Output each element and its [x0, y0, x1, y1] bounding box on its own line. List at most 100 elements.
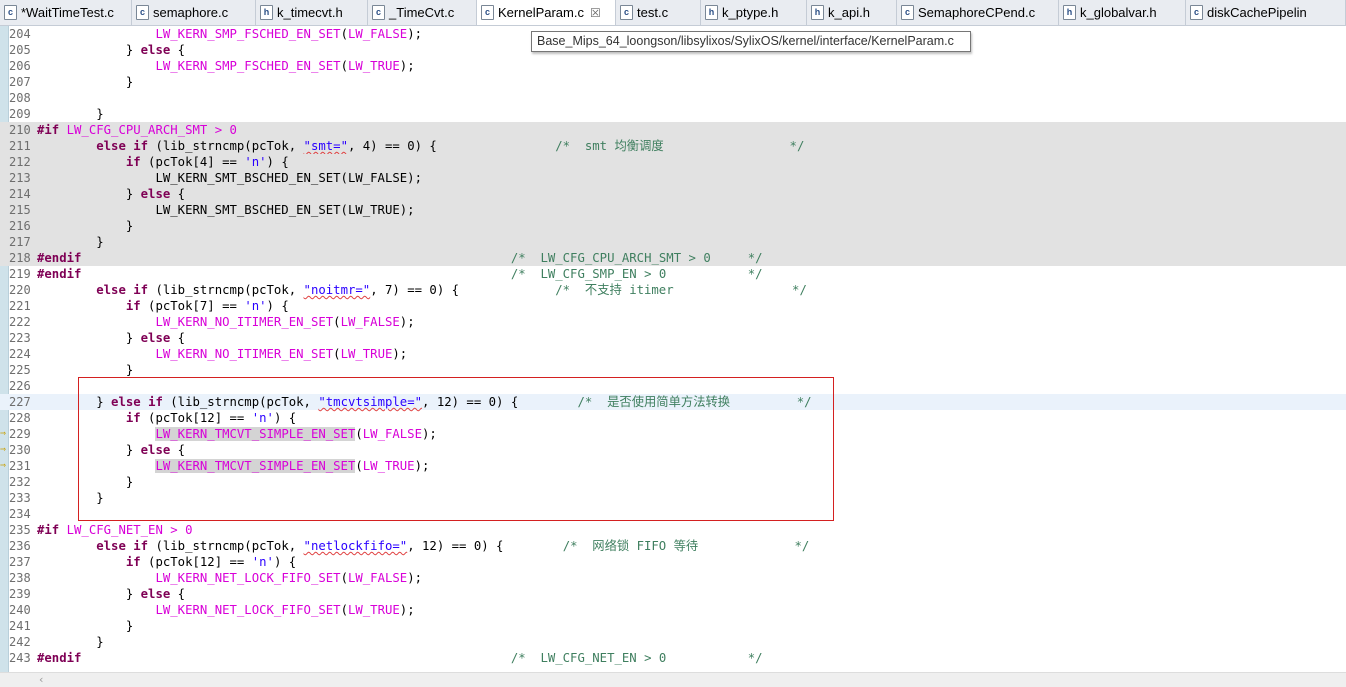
code-line[interactable]: 212 if (pcTok[4] == 'n') {: [0, 154, 1346, 170]
code-line[interactable]: 241 }: [0, 618, 1346, 634]
code-token: }: [37, 475, 134, 489]
code-text: LW_KERN_SMT_BSCHED_EN_SET(LW_FALSE);: [37, 170, 422, 186]
tab-k-globalvar-h[interactable]: h k_globalvar.h: [1059, 0, 1186, 25]
code-token: #if: [37, 523, 60, 537]
code-line[interactable]: ⇒ 231 LW_KERN_TMCVT_SIMPLE_EN_SET(LW_TRUE…: [0, 458, 1346, 474]
code-token: LW_CFG_NET_EN > 0: [66, 523, 193, 537]
tab-waittimetest-c[interactable]: c *WaitTimeTest.c: [0, 0, 132, 25]
code-text: else if (lib_strncmp(pcTok, "netlockfifo…: [37, 538, 809, 554]
code-token: /* LW_CFG_SMP_EN > 0 */: [510, 267, 763, 281]
code-line[interactable]: 211 else if (lib_strncmp(pcTok, "smt=", …: [0, 138, 1346, 154]
line-number: 212: [9, 155, 31, 169]
line-number: 234: [9, 507, 31, 521]
code-line[interactable]: 220 else if (lib_strncmp(pcTok, "noitmr=…: [0, 282, 1346, 298]
code-line[interactable]: 224 LW_KERN_NO_ITIMER_EN_SET(LW_TRUE);: [0, 346, 1346, 362]
code-line[interactable]: 227 } else if (lib_strncmp(pcTok, "tmcvt…: [0, 394, 1346, 410]
tab-semaphore-c[interactable]: c semaphore.c: [132, 0, 256, 25]
line-number: 224: [9, 347, 31, 361]
code-token: );: [422, 427, 437, 441]
code-line[interactable]: 239 } else {: [0, 586, 1346, 602]
code-line[interactable]: 228 if (pcTok[12] == 'n') {: [0, 410, 1346, 426]
code-line[interactable]: 218 #endif /* LW_CFG_CPU_ARCH_SMT > 0 */: [0, 250, 1346, 266]
code-token: , 12) == 0) {: [407, 539, 563, 553]
code-line[interactable]: ⇒ 230 } else {: [0, 442, 1346, 458]
code-token: (pcTok[12] ==: [140, 555, 252, 569]
code-token: {: [170, 187, 186, 201]
code-token: );: [399, 315, 415, 329]
code-line[interactable]: 209 }: [0, 106, 1346, 122]
code-token: ) {: [273, 411, 297, 425]
code-line[interactable]: 233 }: [0, 490, 1346, 506]
code-line[interactable]: 240 LW_KERN_NET_LOCK_FIFO_SET(LW_TRUE);: [0, 602, 1346, 618]
code-line[interactable]: 210 #if LW_CFG_CPU_ARCH_SMT > 0: [0, 122, 1346, 138]
code-line[interactable]: 219 #endif /* LW_CFG_SMP_EN > 0 */: [0, 266, 1346, 282]
h-file-icon: h: [1063, 5, 1076, 20]
code-line[interactable]: 207 }: [0, 74, 1346, 90]
code-line[interactable]: ⇒ 229 LW_KERN_TMCVT_SIMPLE_EN_SET(LW_FALS…: [0, 426, 1346, 442]
code-token: );: [399, 59, 415, 73]
tab-timecvt-c[interactable]: c _TimeCvt.c: [368, 0, 477, 25]
code-token: /* LW_CFG_CPU_ARCH_SMT > 0 */: [510, 251, 763, 265]
code-line[interactable]: 223 } else {: [0, 330, 1346, 346]
tab-test-c[interactable]: c test.c: [616, 0, 701, 25]
code-line[interactable]: 215 LW_KERN_SMT_BSCHED_EN_SET(LW_TRUE);: [0, 202, 1346, 218]
tab-kernelparam-c[interactable]: c KernelParam.c ☒: [477, 0, 616, 25]
line-number: 233: [9, 491, 31, 505]
code-token: }: [37, 491, 104, 505]
horizontal-scrollbar[interactable]: ‹: [0, 672, 1346, 687]
code-line[interactable]: 221 if (pcTok[7] == 'n') {: [0, 298, 1346, 314]
code-line[interactable]: 213 LW_KERN_SMT_BSCHED_EN_SET(LW_FALSE);: [0, 170, 1346, 186]
code-token: else: [140, 331, 171, 345]
code-token: 'n': [244, 155, 267, 169]
code-line[interactable]: 226: [0, 378, 1346, 394]
line-number: 235: [9, 523, 31, 537]
code-token: else if: [96, 283, 149, 297]
code-text: }: [37, 106, 103, 122]
code-line[interactable]: 235 #if LW_CFG_NET_EN > 0: [0, 522, 1346, 538]
code-line[interactable]: 214 } else {: [0, 186, 1346, 202]
line-number: 243: [9, 651, 31, 665]
code-line[interactable]: 206 LW_KERN_SMP_FSCHED_EN_SET(LW_TRUE);: [0, 58, 1346, 74]
code-line[interactable]: 217 }: [0, 234, 1346, 250]
code-text: LW_KERN_TMCVT_SIMPLE_EN_SET(LW_TRUE);: [37, 458, 429, 474]
code-token: else: [140, 443, 171, 457]
code-token: LW_TRUE: [347, 59, 400, 73]
code-line[interactable]: 232 }: [0, 474, 1346, 490]
code-token: "noitmr=": [303, 283, 371, 297]
code-line[interactable]: 208: [0, 90, 1346, 106]
close-tab-icon[interactable]: ☒: [590, 6, 601, 20]
code-token: else if: [96, 139, 149, 153]
line-number: 229: [9, 427, 31, 441]
code-token: , 7) == 0) {: [370, 283, 556, 297]
tab-k-timecvt-h[interactable]: h k_timecvt.h: [256, 0, 368, 25]
code-text: } else if (lib_strncmp(pcTok, "tmcvtsimp…: [37, 394, 811, 410]
tab-label: k_globalvar.h: [1080, 5, 1157, 20]
line-number: 208: [9, 91, 31, 105]
code-token: (pcTok[7] ==: [140, 299, 245, 313]
scroll-left-icon[interactable]: ‹: [38, 673, 45, 687]
tab-label: k_api.h: [828, 5, 870, 20]
line-number: 210: [9, 123, 31, 137]
code-line[interactable]: 238 LW_KERN_NET_LOCK_FIFO_SET(LW_FALSE);: [0, 570, 1346, 586]
code-text: }: [37, 218, 133, 234]
code-line[interactable]: 243 #endif /* LW_CFG_NET_EN > 0 */: [0, 650, 1346, 666]
c-file-icon: c: [901, 5, 914, 20]
code-line[interactable]: 225 }: [0, 362, 1346, 378]
c-file-icon: c: [481, 5, 494, 20]
tab-diskcachepipelin[interactable]: c diskCachePipelin: [1186, 0, 1346, 25]
code-token: LW_TRUE: [340, 347, 393, 361]
code-line[interactable]: 234: [0, 506, 1346, 522]
tab-k-ptype-h[interactable]: h k_ptype.h: [701, 0, 807, 25]
code-line[interactable]: 237 if (pcTok[12] == 'n') {: [0, 554, 1346, 570]
code-token: (: [333, 315, 341, 329]
code-line[interactable]: 242 }: [0, 634, 1346, 650]
code-editor[interactable]: 204 LW_KERN_SMP_FSCHED_EN_SET(LW_FALSE);…: [0, 26, 1346, 672]
tab-label: SemaphoreCPend.c: [918, 5, 1036, 20]
code-line[interactable]: 222 LW_KERN_NO_ITIMER_EN_SET(LW_FALSE);: [0, 314, 1346, 330]
code-token: (: [355, 427, 363, 441]
tab-semaphorecpend-c[interactable]: c SemaphoreCPend.c: [897, 0, 1059, 25]
code-line[interactable]: 216 }: [0, 218, 1346, 234]
tab-k-api-h[interactable]: h k_api.h: [807, 0, 897, 25]
code-line[interactable]: 236 else if (lib_strncmp(pcTok, "netlock…: [0, 538, 1346, 554]
